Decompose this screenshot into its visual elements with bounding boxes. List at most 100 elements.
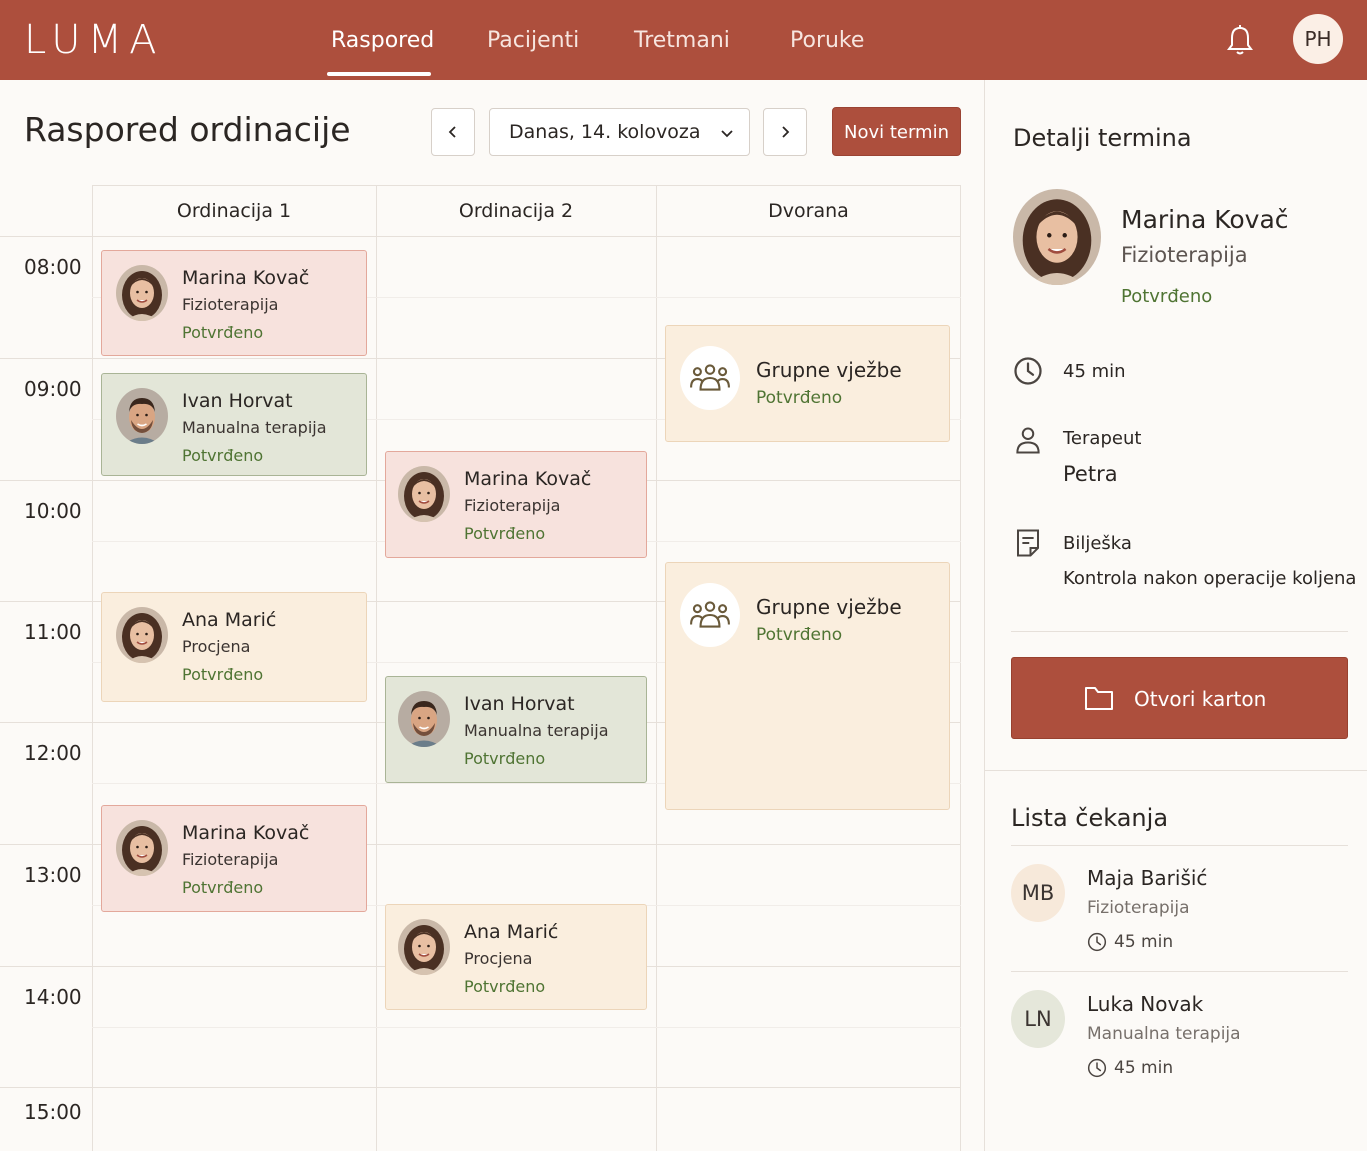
- appointment-status: Potvrđeno: [464, 524, 546, 543]
- appointment-status: Potvrđeno: [182, 878, 264, 897]
- open-record-label: Otvori karton: [1134, 687, 1267, 711]
- appointment-card[interactable]: Ana Marić Procjena Potvrđeno: [101, 592, 367, 702]
- column-header-ordinacija-2: Ordinacija 2: [458, 200, 574, 222]
- appointment-patient-name: Marina Kovač: [182, 267, 310, 289]
- details-title: Detalji termina: [1013, 124, 1192, 152]
- appointment-type: Manualna terapija: [182, 418, 327, 437]
- time-label: 15:00: [24, 1100, 82, 1124]
- details-patient-name: Marina Kovač: [1121, 205, 1289, 234]
- user-avatar[interactable]: PH: [1293, 14, 1343, 64]
- waitlist-treatment-type: Manualna terapija: [1087, 1024, 1241, 1044]
- details-duration: 45 min: [1063, 361, 1126, 382]
- appointment-status: Potvrđeno: [464, 977, 546, 996]
- clock-icon: [1087, 932, 1107, 952]
- time-label: 12:00: [24, 741, 82, 765]
- appointment-details-panel: Detalji termina Marina Kovač Fizioterapi…: [984, 80, 1367, 1151]
- clock-icon: [1013, 356, 1043, 386]
- previous-day-button[interactable]: [431, 108, 475, 156]
- time-label: 10:00: [24, 499, 82, 523]
- time-label: 13:00: [24, 863, 82, 887]
- time-label: 09:00: [24, 377, 82, 401]
- time-label: 08:00: [24, 255, 82, 279]
- note-icon: [1017, 529, 1039, 557]
- nav-active-indicator: [327, 72, 431, 76]
- appointment-patient-name: Marina Kovač: [182, 822, 310, 844]
- next-day-button[interactable]: [763, 108, 807, 156]
- group-session-name: Grupne vježbe: [756, 595, 902, 619]
- schedule-grid: Ordinacija 1 Ordinacija 2 Dvorana 08:00 …: [0, 185, 961, 1151]
- waitlist-item[interactable]: MB Maja Barišić Fizioterapija 45 min: [1011, 846, 1348, 972]
- folder-icon: [1085, 687, 1113, 710]
- patient-avatar: [116, 820, 168, 876]
- appointment-status: Potvrđeno: [464, 749, 546, 768]
- time-label: 11:00: [24, 620, 82, 644]
- grid-line: [0, 1087, 961, 1088]
- chevron-down-icon: [721, 130, 733, 138]
- grid-line: [0, 236, 961, 237]
- appointment-type: Fizioterapija: [464, 496, 561, 515]
- appointment-status: Potvrđeno: [182, 665, 264, 684]
- chevron-left-icon: [448, 126, 456, 138]
- appointment-card[interactable]: Ana Marić Procjena Potvrđeno: [385, 904, 647, 1010]
- appointment-type: Procjena: [182, 637, 251, 656]
- waitlist-item[interactable]: LN Luka Novak Manualna terapija 45 min: [1011, 972, 1348, 1098]
- nav-poruke[interactable]: Poruke: [790, 26, 864, 56]
- grid-line: [92, 1027, 961, 1028]
- appointment-patient-name: Marina Kovač: [464, 468, 592, 490]
- patient-avatar: [398, 691, 450, 747]
- nav-pacijenti[interactable]: Pacijenti: [487, 26, 579, 56]
- bell-icon[interactable]: [1222, 22, 1258, 58]
- person-icon: [1016, 427, 1040, 454]
- divider: [1011, 631, 1348, 632]
- appointment-status: Potvrđeno: [182, 323, 264, 342]
- waitlist-patient-name: Maja Barišić: [1087, 866, 1208, 890]
- appointment-patient-name: Ana Marić: [464, 921, 559, 943]
- group-session-card[interactable]: Grupne vježbe Potvrđeno: [665, 562, 950, 810]
- app-logo[interactable]: LUMA: [24, 18, 163, 62]
- grid-line: [656, 185, 657, 1151]
- open-record-button[interactable]: Otvori karton: [1011, 657, 1348, 739]
- appointment-card[interactable]: Ivan Horvat Manualna terapija Potvrđeno: [385, 676, 647, 783]
- appointment-patient-name: Ivan Horvat: [182, 390, 293, 412]
- waitlist-initials-avatar: MB: [1011, 864, 1065, 922]
- details-status: Potvrđeno: [1121, 286, 1213, 307]
- grid-line: [376, 185, 377, 1151]
- note-text: Kontrola nakon operacije koljena: [1063, 568, 1357, 589]
- waitlist-duration: 45 min: [1114, 932, 1174, 952]
- nav-raspored[interactable]: Raspored: [331, 26, 434, 56]
- date-selector[interactable]: Danas, 14. kolovoza: [489, 108, 750, 156]
- waitlist-title: Lista čekanja: [1011, 804, 1169, 832]
- patient-avatar: [116, 607, 168, 663]
- appointment-type: Procjena: [464, 949, 533, 968]
- divider: [985, 770, 1367, 771]
- chevron-right-icon: [782, 126, 790, 138]
- patient-photo: [1013, 189, 1101, 285]
- appointment-card[interactable]: Ivan Horvat Manualna terapija Potvrđeno: [101, 373, 367, 476]
- group-session-card[interactable]: Grupne vježbe Potvrđeno: [665, 325, 950, 442]
- grid-line: [92, 185, 93, 1151]
- date-selector-value: Danas, 14. kolovoza: [509, 121, 701, 143]
- top-navigation-bar: LUMA Raspored Pacijenti Tretmani Poruke …: [0, 0, 1367, 80]
- waitlist-treatment-type: Fizioterapija: [1087, 898, 1190, 918]
- patient-avatar: [398, 919, 450, 975]
- group-icon: [680, 583, 740, 647]
- new-appointment-button[interactable]: Novi termin: [832, 107, 961, 156]
- appointment-card[interactable]: Marina Kovač Fizioterapija Potvrđeno: [385, 451, 647, 558]
- therapist-label: Terapeut: [1063, 428, 1142, 449]
- details-treatment-type: Fizioterapija: [1121, 243, 1248, 267]
- time-label: 14:00: [24, 985, 82, 1009]
- group-icon: [680, 346, 740, 410]
- waitlist-initials-avatar: LN: [1011, 990, 1065, 1048]
- page-title: Raspored ordinacije: [24, 110, 351, 149]
- appointment-patient-name: Ivan Horvat: [464, 693, 575, 715]
- appointment-status: Potvrđeno: [182, 446, 264, 465]
- appointment-card[interactable]: Marina Kovač Fizioterapija Potvrđeno: [101, 805, 367, 912]
- appointment-card[interactable]: Marina Kovač Fizioterapija Potvrđeno: [101, 250, 367, 356]
- nav-tretmani[interactable]: Tretmani: [634, 26, 730, 56]
- waitlist-patient-name: Luka Novak: [1087, 992, 1204, 1016]
- appointment-type: Manualna terapija: [464, 721, 609, 740]
- note-label: Bilješka: [1063, 533, 1132, 554]
- waitlist-duration: 45 min: [1114, 1058, 1174, 1078]
- patient-avatar: [116, 388, 168, 444]
- grid-line: [960, 185, 961, 1151]
